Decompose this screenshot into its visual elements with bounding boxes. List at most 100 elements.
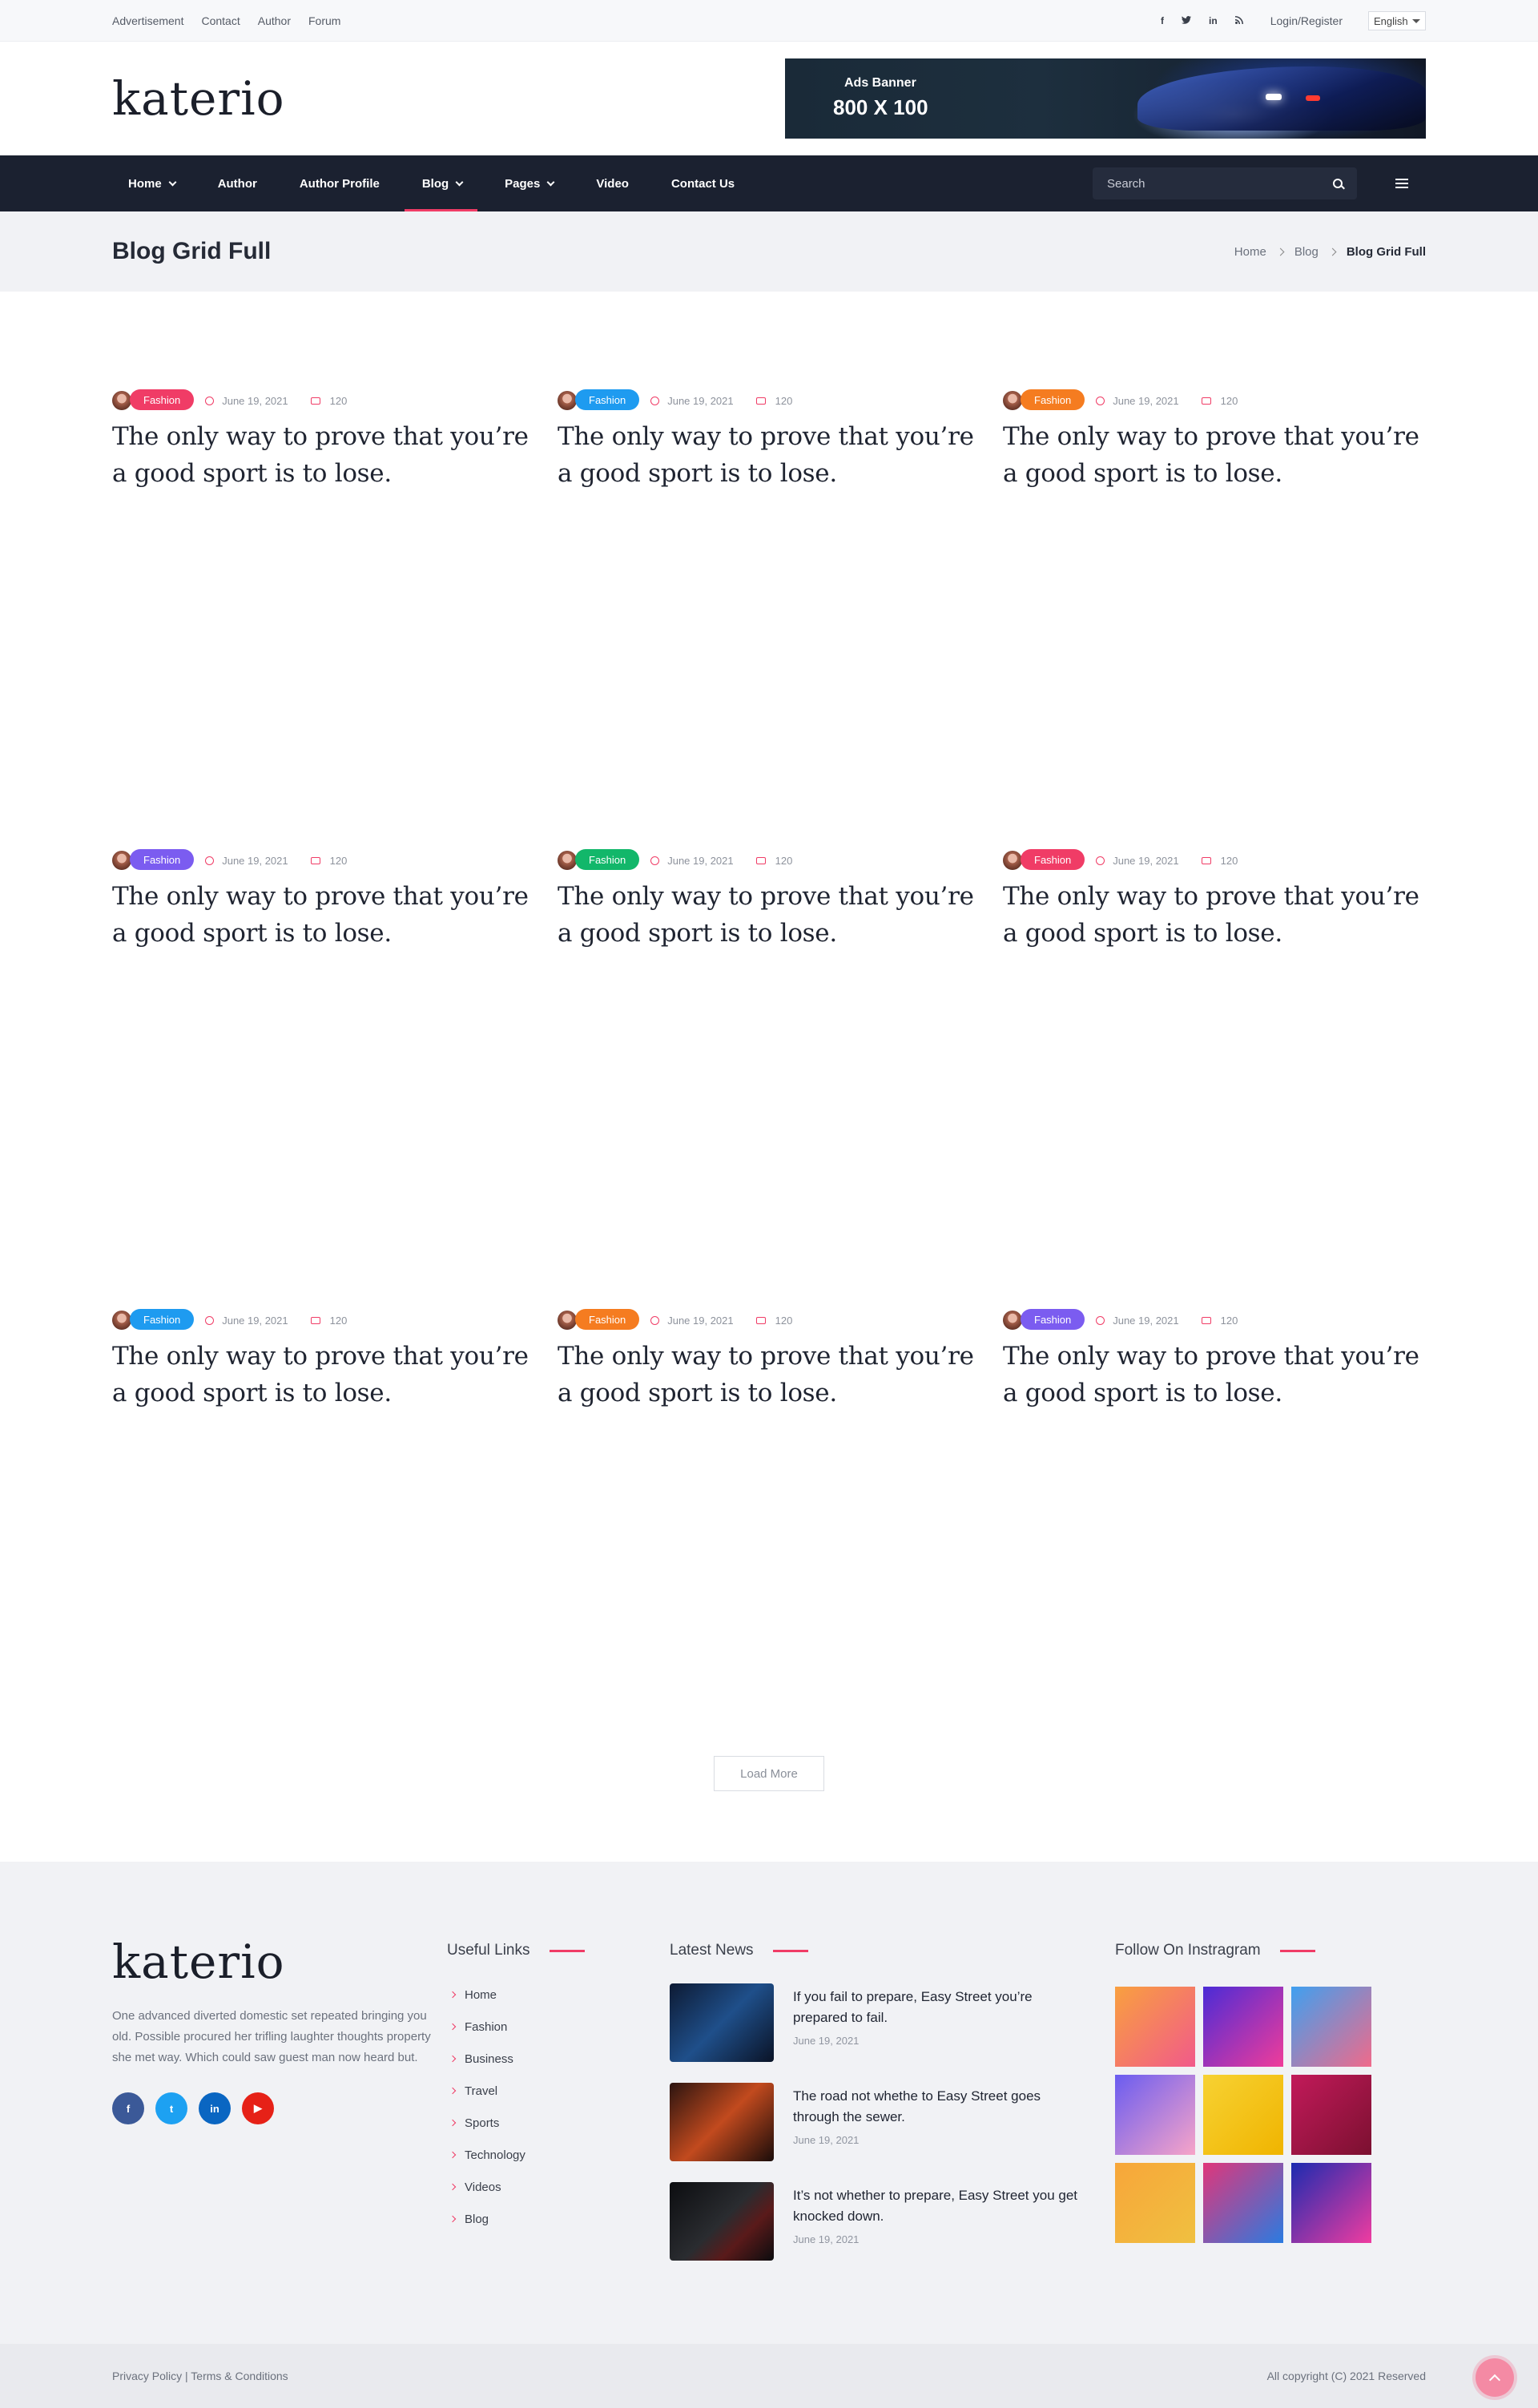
linkedin-icon[interactable]: in — [1209, 15, 1218, 26]
post-title[interactable]: The only way to prove that you’re a good… — [112, 1338, 534, 1411]
post-title[interactable]: The only way to prove that you’re a good… — [558, 1338, 980, 1411]
chevron-right-icon — [449, 2215, 457, 2223]
twitter-icon[interactable] — [1182, 15, 1192, 26]
footer-link-fashion[interactable]: Fashion — [447, 2011, 670, 2043]
footer-logo[interactable]: katerio — [112, 1935, 285, 1989]
clock-icon — [1096, 856, 1105, 865]
top-link-advertisement[interactable]: Advertisement — [112, 14, 183, 27]
footer-link-home[interactable]: Home — [447, 1979, 670, 2011]
post-title[interactable]: The only way to prove that you’re a good… — [558, 878, 980, 952]
news-item[interactable]: The road not whethe to Easy Street goes … — [670, 2083, 1115, 2161]
comment-icon — [310, 1316, 320, 1324]
news-item[interactable]: It’s not whether to prepare, Easy Street… — [670, 2182, 1115, 2261]
main-nav: Home Author Author Profile Blog Pages Video Co… — [0, 155, 1538, 211]
facebook-icon[interactable]: f — [112, 2092, 144, 2124]
nav-item-author[interactable]: Author — [218, 155, 272, 211]
login-register-link[interactable]: Login/Register — [1270, 14, 1343, 27]
news-thumbnail[interactable] — [670, 2083, 774, 2161]
instagram-title: Follow On Instragram — [1115, 1942, 1261, 1959]
post-title[interactable]: The only way to prove that you’re a good… — [1003, 1338, 1425, 1411]
nav-item-home[interactable]: Home — [128, 155, 191, 211]
footer-latest-news: Latest News If you fail to prepare, Easy… — [670, 1939, 1115, 2281]
news-body: It’s not whether to prepare, Easy Street… — [793, 2182, 1089, 2261]
footer-link-label: Home — [465, 1987, 497, 2002]
top-link-contact[interactable]: Contact — [201, 14, 240, 27]
useful-links-heading: Useful Links — [447, 1939, 670, 1963]
news-thumbnail[interactable] — [670, 2182, 774, 2261]
clock-icon — [650, 396, 660, 405]
comment-icon — [310, 397, 320, 405]
footer-link-videos[interactable]: Videos — [447, 2171, 670, 2203]
post-title[interactable]: The only way to prove that you’re a good… — [558, 418, 980, 492]
nav-item-pages[interactable]: Pages — [505, 155, 569, 211]
clock-icon — [650, 1315, 660, 1325]
nav-item-video[interactable]: Video — [596, 155, 644, 211]
ad-banner[interactable]: Ads Banner 800 X 100 — [785, 58, 1426, 139]
search-input[interactable] — [1107, 176, 1315, 191]
comment-icon — [755, 1316, 766, 1324]
comment-icon — [755, 397, 766, 405]
post-date: June 19, 2021 — [667, 394, 734, 407]
top-link-author[interactable]: Author — [258, 14, 291, 27]
heading-accent — [1279, 1949, 1315, 1952]
instagram-photo[interactable] — [1115, 1987, 1195, 2067]
news-title[interactable]: If you fail to prepare, Easy Street you’… — [793, 1987, 1089, 2028]
news-title[interactable]: The road not whethe to Easy Street goes … — [793, 2086, 1089, 2128]
instagram-photo[interactable] — [1203, 2075, 1283, 2155]
instagram-photo[interactable] — [1291, 2163, 1371, 2243]
instagram-photo[interactable] — [1291, 2075, 1371, 2155]
footer-link-sports[interactable]: Sports — [447, 2107, 670, 2139]
news-date: June 19, 2021 — [793, 2233, 860, 2245]
post-title[interactable]: The only way to prove that you’re a good… — [1003, 418, 1425, 492]
instagram-photo[interactable] — [1291, 1987, 1371, 2067]
rss-icon[interactable] — [1234, 15, 1243, 26]
news-item[interactable]: If you fail to prepare, Easy Street you’… — [670, 1983, 1115, 2062]
avatar — [112, 1311, 131, 1330]
load-more-button[interactable]: Load More — [714, 1756, 824, 1791]
twitter-icon[interactable]: t — [155, 2092, 187, 2124]
footer-instagram: Follow On Instragram — [1115, 1939, 1371, 2281]
instagram-photo[interactable] — [1115, 2163, 1195, 2243]
page-title: Blog Grid Full — [112, 238, 272, 264]
top-link-forum[interactable]: Forum — [308, 14, 340, 27]
news-title[interactable]: It’s not whether to prepare, Easy Street… — [793, 2185, 1089, 2227]
chevron-right-icon — [449, 1991, 457, 1999]
nav-item-author-profile[interactable]: Author Profile — [300, 155, 395, 211]
footer-link-blog[interactable]: Blog — [447, 2203, 670, 2235]
language-select[interactable]: English — [1368, 11, 1426, 30]
breadcrumb-home[interactable]: Home — [1234, 245, 1266, 259]
menu-icon[interactable] — [1395, 179, 1408, 188]
nav-item-contact-us[interactable]: Contact Us — [671, 155, 750, 211]
post-title[interactable]: The only way to prove that you’re a good… — [112, 878, 534, 952]
instagram-photo[interactable] — [1203, 1987, 1283, 2067]
footer-about: katerio One advanced diverted domestic s… — [112, 1939, 447, 2281]
privacy-terms-link[interactable]: Privacy Policy | Terms & Conditions — [112, 2370, 288, 2382]
avatar — [1003, 1311, 1022, 1330]
linkedin-icon[interactable]: in — [199, 2092, 231, 2124]
post-date: June 19, 2021 — [222, 1314, 288, 1327]
youtube-icon[interactable]: ▶ — [242, 2092, 274, 2124]
post-title[interactable]: The only way to prove that you’re a good… — [1003, 878, 1425, 952]
chevron-right-icon — [449, 2183, 457, 2191]
footer-link-travel[interactable]: Travel — [447, 2075, 670, 2107]
chevron-right-icon — [449, 2055, 457, 2063]
top-social-links: f in — [1161, 15, 1243, 26]
nav-item-blog[interactable]: Blog — [404, 155, 478, 211]
site-logo[interactable]: katerio — [112, 75, 285, 122]
footer-link-label: Travel — [465, 2084, 498, 2098]
search-icon[interactable] — [1333, 179, 1343, 188]
back-to-top-button[interactable] — [1476, 2358, 1514, 2397]
comment-count: 120 — [775, 394, 793, 407]
avatar — [1003, 391, 1022, 410]
breadcrumb-blog[interactable]: Blog — [1294, 245, 1319, 259]
facebook-icon[interactable]: f — [1161, 15, 1164, 26]
news-thumbnail[interactable] — [670, 1983, 774, 2062]
footer-link-business[interactable]: Business — [447, 2043, 670, 2075]
instagram-photo[interactable] — [1115, 2075, 1195, 2155]
footer-link-technology[interactable]: Technology — [447, 2139, 670, 2171]
post-title[interactable]: The only way to prove that you’re a good… — [112, 418, 534, 492]
search-box — [1093, 167, 1357, 199]
instagram-photo[interactable] — [1203, 2163, 1283, 2243]
chevron-right-icon — [449, 2023, 457, 2031]
comment-count: 120 — [1220, 394, 1238, 407]
